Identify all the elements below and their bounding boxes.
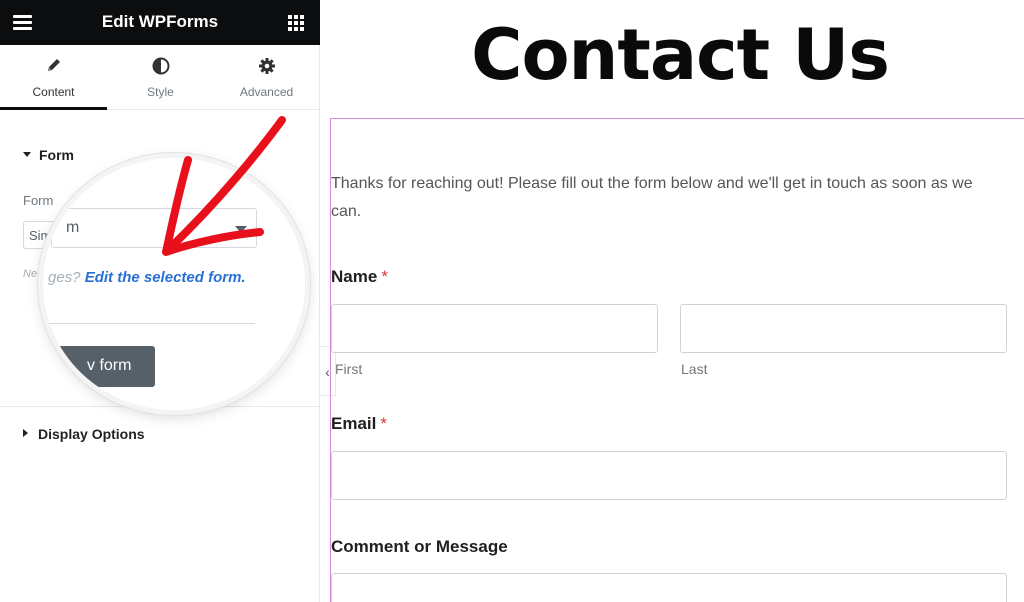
- display-options-heading: Display Options: [38, 426, 145, 442]
- required-marker: *: [380, 414, 387, 433]
- email-input[interactable]: [331, 451, 1007, 500]
- required-marker: *: [381, 267, 388, 286]
- apps-grid-icon[interactable]: [288, 15, 304, 31]
- new-form-button[interactable]: v form: [43, 346, 155, 387]
- tab-advanced-label: Advanced: [239, 85, 294, 99]
- first-name-input[interactable]: [331, 304, 658, 353]
- display-options-toggle[interactable]: Display Options: [23, 426, 145, 442]
- panel-title: Edit WPForms: [101, 12, 219, 31]
- intro-text: Thanks for reaching out! Please fill out…: [331, 175, 973, 220]
- page-title: Contact Us: [471, 14, 890, 96]
- magnifier-divider: [43, 323, 255, 324]
- panel-tabs: Content Style Advanced: [0, 45, 320, 110]
- form-section-heading: Form: [39, 147, 74, 163]
- panel-header: Edit WPForms: [0, 0, 320, 45]
- comment-field-label: Comment or Message: [331, 537, 508, 556]
- pencil-icon: [0, 57, 107, 79]
- edit-form-help: ges? Edit the selected form.: [48, 269, 246, 286]
- half-circle-icon: [107, 57, 214, 79]
- email-field-label: Email *: [331, 414, 387, 434]
- tab-style-label: Style: [147, 85, 174, 99]
- edit-selected-form-link[interactable]: Edit the selected form.: [85, 269, 246, 286]
- last-sublabel: Last: [681, 361, 708, 377]
- email-label-text: Email: [331, 414, 377, 433]
- tab-advanced[interactable]: Advanced: [213, 45, 320, 110]
- tab-content-label: Content: [32, 85, 75, 99]
- caret-right-icon: [23, 429, 28, 438]
- tab-style[interactable]: Style: [107, 45, 214, 110]
- help-prefix: ges?: [48, 269, 81, 286]
- form-section-toggle[interactable]: Form: [23, 147, 74, 163]
- last-name-input[interactable]: [680, 304, 1007, 353]
- comment-textarea[interactable]: [331, 573, 1007, 602]
- help-text-partial: Nee: [23, 268, 44, 280]
- chevron-down-icon: [235, 226, 247, 233]
- name-field-label: Name *: [331, 267, 388, 287]
- tab-content[interactable]: Content: [0, 45, 107, 110]
- gear-icon: [213, 57, 320, 79]
- form-select-value: m: [66, 219, 80, 236]
- magnifier-callout: m ges? Edit the selected form. v form: [43, 158, 305, 410]
- form-select-zoomed[interactable]: m: [51, 208, 257, 248]
- first-sublabel: First: [335, 361, 363, 377]
- caret-down-icon: [23, 151, 31, 157]
- name-label-text: Name: [331, 267, 378, 286]
- hamburger-menu-icon[interactable]: [12, 11, 34, 33]
- form-field-label: Form: [23, 193, 54, 208]
